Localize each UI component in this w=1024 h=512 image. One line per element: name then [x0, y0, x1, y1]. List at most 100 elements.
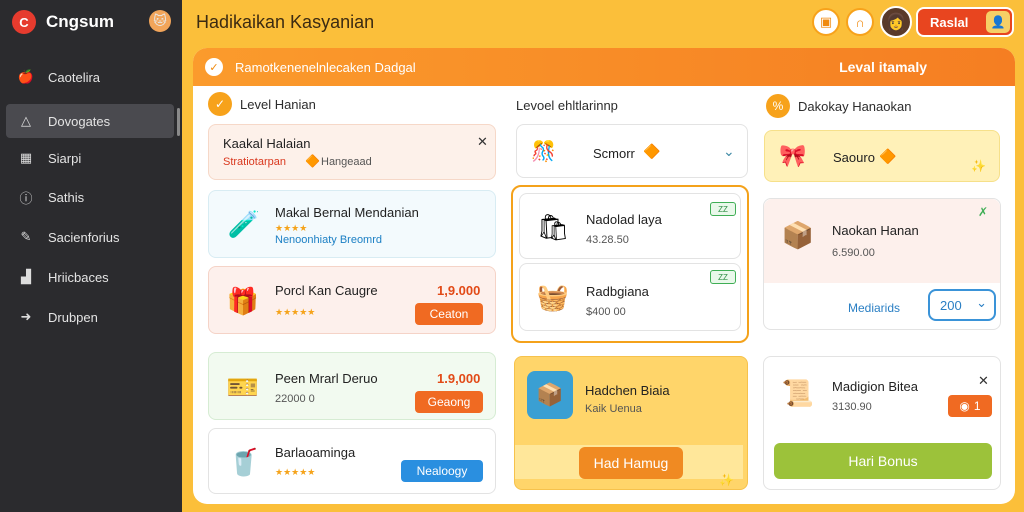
status-badge: ZZ	[710, 202, 736, 216]
item-title: Makal Bernal Mendanian	[275, 205, 419, 220]
brand[interactable]: C Cngsum 🐱	[12, 9, 177, 35]
coin-icon: 🔶	[305, 154, 320, 168]
sidebar-item-label: Dovogates	[48, 113, 111, 129]
mascot-icon: 🐱	[149, 10, 171, 32]
sidebar-item-label: Sathis	[48, 189, 85, 205]
edit-icon: ✎	[20, 229, 32, 244]
item-title: Peen Mrarl Deruo	[275, 371, 378, 386]
sidebar: C Cngsum 🐱 🍎 Caotelira △ Dovogates ▦ Sia…	[0, 0, 182, 512]
bonus-button[interactable]: Hari Bonus	[774, 443, 992, 479]
triangle-icon: △	[21, 113, 31, 128]
sidebar-item-drubpen[interactable]: ➜ Drubpen	[6, 300, 174, 334]
list-item[interactable]: 🥤 Barlaoaminga ★★★★★ Nealoogy	[208, 428, 496, 494]
promo-sub: Kaik Uenua	[585, 403, 642, 415]
category-select[interactable]: 🎊 Scmorr 🔶 ⌄	[516, 124, 748, 178]
user-icon: 👤	[986, 11, 1010, 33]
avatar[interactable]: 👩	[880, 6, 912, 38]
rating-stars: ★★★★★	[275, 467, 316, 477]
promo-title: Hadchen Biaia	[585, 383, 670, 398]
sidebar-item-siarpi[interactable]: ▦ Siarpi	[6, 141, 174, 175]
item-title: Radbgiana	[586, 284, 649, 299]
confetti-icon: ✨	[719, 473, 734, 487]
list-item[interactable]: 🎁 Porcl Kan Caugre ★★★★★ 1,9.000 Ceaton	[208, 266, 496, 334]
item-action-button[interactable]: Ceaton	[415, 303, 483, 325]
alert-card: Kaakal Halaian Stratiotarpan 🔶 Hangeaad …	[208, 124, 496, 180]
support-button[interactable]: ∩	[846, 8, 874, 36]
alert-title: Kaakal Halaian	[223, 136, 311, 151]
col3-heading-text: Dakokay Hanaokan	[798, 98, 912, 114]
check-icon: ✓	[208, 92, 232, 116]
logo-icon: C	[12, 10, 36, 34]
item-price: 1,9.000	[437, 283, 481, 298]
selected-items-group: 🛍 Nadolad laya 43.28.50 ZZ 🧺 Radbgiana $…	[511, 185, 749, 343]
sidebar-item-caotelira[interactable]: 🍎 Caotelira	[6, 60, 174, 94]
col2-heading-text: Levoel ehltlarinnp	[516, 98, 618, 113]
highlight-card[interactable]: 🎀 Saouro 🔶 ✨	[764, 130, 1000, 182]
gift-bag-icon: 🛍	[536, 211, 570, 242]
list-item[interactable]: 🛍 Nadolad laya 43.28.50 ZZ	[519, 193, 741, 259]
coin-icon: ◉	[959, 399, 970, 413]
check-icon: ✓	[205, 58, 223, 76]
gift-icon: 🎁	[226, 285, 260, 316]
scroll-icon: 📜	[781, 377, 815, 408]
sidebar-item-label: Siarpi	[48, 150, 82, 166]
col1-heading-text: Level Hanian	[240, 96, 316, 112]
ticket-icon: 🎫	[226, 371, 260, 402]
bonus-count: 1	[973, 399, 981, 413]
sidebar-item-label: Drubpen	[48, 309, 98, 325]
promo-button[interactable]: Had Hamug	[579, 447, 683, 479]
percent-icon: %	[766, 94, 790, 118]
item-title: Nadolad laya	[586, 212, 662, 227]
quantity-select[interactable]: 200 ⌄	[928, 289, 996, 321]
item-title: Barlaoaminga	[275, 445, 356, 460]
headset-icon: ∩	[855, 14, 865, 30]
col3-heading: % Dakokay Hanaokan	[766, 94, 911, 118]
sidebar-item-sacienforius[interactable]: ✎ Sacienforius	[6, 220, 174, 254]
calendar-button[interactable]: ▣	[812, 8, 840, 36]
sidebar-item-label: Caotelira	[48, 69, 101, 85]
grid-icon: ▦	[19, 150, 33, 165]
sidebar-item-hriicbaces[interactable]: ▟ Hriicbaces	[6, 260, 174, 294]
brand-name: Cngsum	[46, 12, 114, 31]
chevron-down-icon: ⌄	[723, 143, 735, 159]
field-label: Mediarids	[848, 301, 901, 315]
banner-text: Ramotkenenelnlecaken Dadgal	[235, 59, 416, 75]
item-action-button[interactable]: Geaong	[415, 391, 483, 413]
item-price: 1.9,000	[437, 371, 481, 386]
rating-stars: ★★★★	[275, 223, 308, 233]
sidebar-item-label: Sacienforius	[48, 229, 120, 245]
alert-sub: Stratiotarpan	[223, 156, 286, 168]
banner-link[interactable]: Leval itamaly	[839, 59, 927, 75]
promo-card: 📦 Hadchen Biaia Kaik Uenua Had Hamug ✨	[514, 356, 748, 490]
list-item[interactable]: 🎫 Peen Mrarl Deruo 22000 0 1.9,000 Geaon…	[208, 352, 496, 420]
product-sub: 6.590.00	[832, 247, 875, 259]
chevron-down-icon: ⌄	[976, 295, 987, 310]
chart-icon: ▟	[21, 269, 31, 284]
coin-icon: 🔶	[879, 148, 897, 164]
coin-icon: 🔶	[643, 143, 661, 159]
rating-stars: ★★★★★	[275, 307, 316, 317]
calendar-icon: ▣	[819, 14, 833, 29]
confetti-icon: ✨	[971, 159, 986, 173]
help-circle-icon: ⓘ	[19, 190, 33, 206]
blender-icon: 🧪	[227, 208, 261, 239]
list-item[interactable]: 🧺 Radbgiana $400 00 ZZ	[519, 263, 741, 331]
bonus-count-button[interactable]: ◉ 1	[948, 395, 992, 417]
bow-icon: 🎀	[779, 143, 807, 168]
item-action-button[interactable]: Nealoogy	[401, 460, 483, 482]
fruit-icon: 🍎	[17, 69, 35, 84]
sidebar-item-sathis[interactable]: ⓘ Sathis	[6, 180, 174, 214]
item-sub: $400 00	[586, 306, 626, 318]
item-sub: 43.28.50	[586, 234, 629, 246]
header-action-button[interactable]: Raslal 👤	[916, 7, 1014, 37]
page-title: Hadikaikan Kasyanian	[196, 12, 375, 32]
sparkle-icon: ✗	[978, 205, 989, 219]
header-action-label: Raslal	[930, 14, 969, 30]
sidebar-item-dovogates[interactable]: △ Dovogates	[6, 104, 174, 138]
close-icon[interactable]: ✕	[978, 373, 989, 389]
status-badge: ZZ	[710, 270, 736, 284]
scrollbar[interactable]	[177, 108, 180, 136]
close-icon[interactable]: ✕	[477, 134, 488, 150]
list-item[interactable]: 🧪 Makal Bernal Mendanian ★★★★ Nenoonhiat…	[208, 190, 496, 258]
cup-icon: 🥤	[227, 446, 261, 477]
